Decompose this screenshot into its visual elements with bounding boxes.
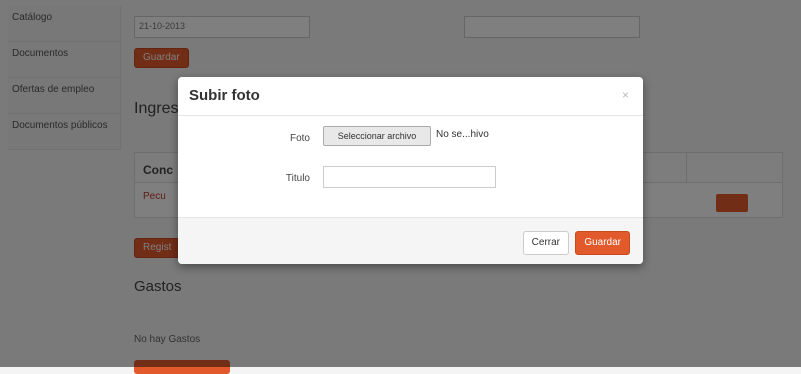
modal-header: Subir foto × (178, 77, 643, 116)
modal-footer: Cerrar Guardar (178, 217, 643, 264)
choose-file-button[interactable]: Seleccionar archivo (323, 126, 431, 146)
guardar-button[interactable]: Guardar (575, 231, 630, 255)
close-icon[interactable]: × (622, 88, 629, 102)
upload-photo-modal: Subir foto × Foto Seleccionar archivo No… (178, 77, 643, 264)
titulo-label: Titulo (285, 173, 310, 184)
titulo-input[interactable] (323, 166, 496, 188)
cerrar-button[interactable]: Cerrar (522, 231, 569, 255)
foto-label: Foto (289, 133, 310, 144)
file-status-text: No se...hivo (436, 129, 489, 140)
modal-body: Foto Seleccionar archivo No se...hivo Ti… (178, 116, 643, 219)
modal-title: Subir foto (189, 87, 260, 104)
